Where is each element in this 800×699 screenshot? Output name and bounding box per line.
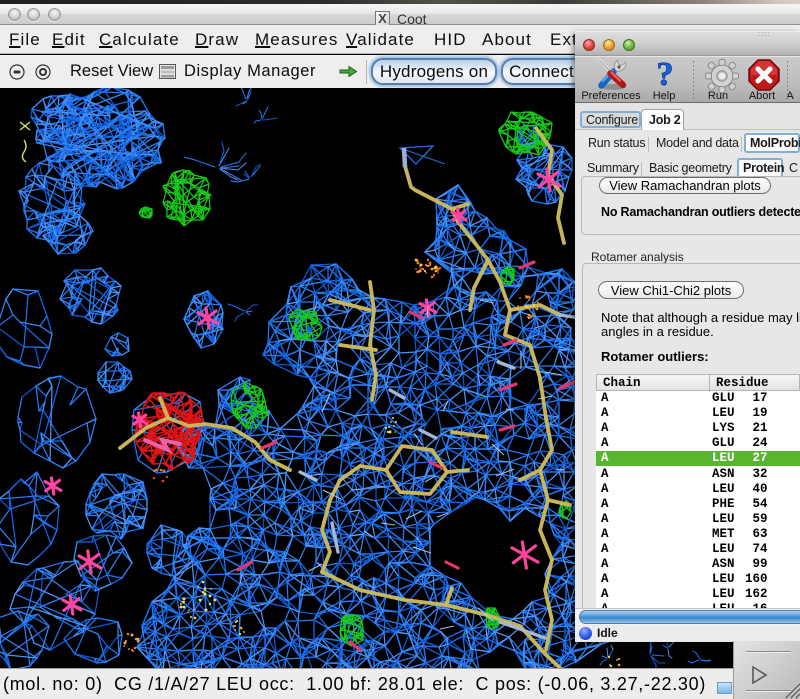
svg-text:?: ? <box>657 58 674 92</box>
